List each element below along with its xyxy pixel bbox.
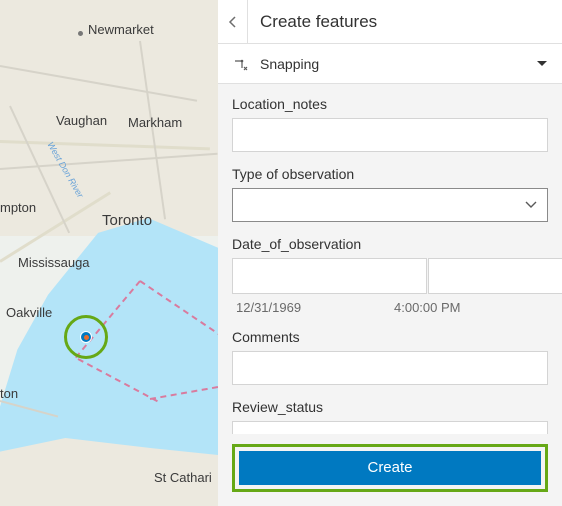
type-select[interactable]: [232, 188, 548, 222]
comments-input[interactable]: [232, 351, 548, 385]
caret-down-icon: [536, 60, 548, 68]
label-location-notes: Location_notes: [232, 96, 548, 112]
review-status-input[interactable]: [232, 421, 548, 434]
label-mississauga: Mississauga: [18, 255, 90, 270]
create-highlight: Create: [232, 444, 548, 492]
label-newmarket: Newmarket: [88, 22, 154, 37]
label-markham: Markham: [128, 115, 182, 130]
back-button[interactable]: [218, 0, 248, 44]
create-button[interactable]: Create: [239, 451, 541, 485]
label-hampton: mpton: [0, 200, 36, 215]
panel-footer: Create: [218, 434, 562, 506]
label-burlington: ton: [0, 386, 18, 401]
point-marker-center: [84, 335, 89, 340]
label-oakville: Oakville: [6, 305, 52, 320]
date-time-display: 12/31/1969 4:00:00 PM: [232, 300, 548, 315]
date-input[interactable]: [232, 258, 427, 294]
chevron-down-icon: [525, 201, 537, 209]
location-notes-input[interactable]: [232, 118, 548, 152]
label-vaughan: Vaughan: [56, 113, 107, 128]
time-input[interactable]: [428, 258, 562, 294]
label-type: Type of observation: [232, 166, 548, 182]
snapping-row[interactable]: Snapping: [218, 44, 562, 84]
label-date: Date_of_observation: [232, 236, 548, 252]
label-toronto: Toronto: [102, 212, 152, 229]
panel-header: Create features: [218, 0, 562, 44]
time-display: 4:00:00 PM: [390, 300, 548, 315]
newmarket-dot: [78, 31, 83, 36]
form-body: Location_notes Type of observation Date_…: [218, 84, 562, 434]
date-display: 12/31/1969: [232, 300, 390, 315]
chevron-left-icon: [227, 16, 239, 28]
label-stcatharines: St Cathari: [154, 470, 212, 485]
snapping-label: Snapping: [260, 56, 536, 72]
snapping-icon: [232, 55, 250, 73]
label-review: Review_status: [232, 399, 548, 415]
date-time-row: [232, 258, 548, 294]
label-comments: Comments: [232, 329, 548, 345]
panel-title: Create features: [248, 12, 377, 32]
create-features-panel: Create features Snapping Location_notes …: [218, 0, 562, 506]
map-pane[interactable]: Newmarket Vaughan Markham Toronto Missis…: [0, 0, 218, 506]
